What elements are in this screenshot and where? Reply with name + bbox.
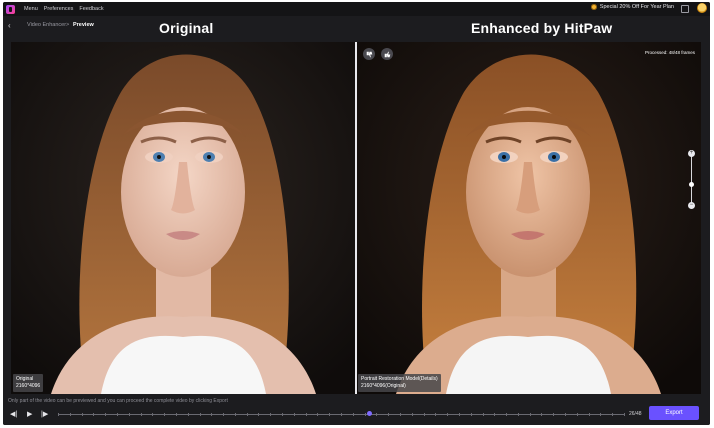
original-badge-name: Original <box>16 376 34 382</box>
timeline-tick <box>129 413 130 416</box>
timeline-tick <box>188 413 189 416</box>
original-badge: Original 2160*4096 <box>13 374 44 392</box>
timeline-tick <box>400 413 401 416</box>
timeline-tick <box>435 413 436 416</box>
zoom-in-button[interactable]: + <box>688 150 695 157</box>
timeline-tick <box>365 413 366 416</box>
coin-icon <box>590 4 597 10</box>
timeline-tick <box>282 413 283 416</box>
timeline-tick <box>270 413 271 416</box>
timeline-tick <box>471 413 472 416</box>
zoom-out-button[interactable]: − <box>688 202 695 209</box>
timeline-tick <box>258 413 259 416</box>
original-portrait-image <box>11 42 356 394</box>
timeline-tick <box>164 413 165 416</box>
enhanced-badge-resolution: 2160*4096(Original) <box>361 383 406 389</box>
timeline-tick <box>589 413 590 416</box>
timeline-tick <box>294 413 295 416</box>
timeline-tick <box>317 413 318 416</box>
timeline-tick <box>200 413 201 416</box>
timeline-tick <box>447 413 448 416</box>
timeline-tick <box>223 413 224 416</box>
timeline-tick <box>612 413 613 416</box>
timeline-tick <box>553 413 554 416</box>
timeline-tick <box>376 413 377 416</box>
timeline-tick <box>494 413 495 416</box>
timeline-tick <box>600 413 601 416</box>
thumbs-down-icon[interactable] <box>363 48 375 60</box>
avatar[interactable] <box>697 3 707 13</box>
timeline-tick <box>577 413 578 416</box>
timeline-track[interactable] <box>58 411 625 416</box>
timeline-tick <box>247 413 248 416</box>
breadcrumb-parent[interactable]: Video Enhancer <box>27 22 66 28</box>
feedback-buttons <box>363 48 393 60</box>
menu-item-feedback[interactable]: Feedback <box>79 6 103 12</box>
timeline-tick <box>93 413 94 416</box>
timeline-tick <box>235 413 236 416</box>
menu-bar: Menu Preferences Feedback Special 20% Of… <box>3 2 710 16</box>
timeline-tick <box>211 413 212 416</box>
timeline-tick <box>141 413 142 416</box>
export-button[interactable]: Export <box>649 406 699 420</box>
app-logo-icon <box>6 4 15 14</box>
enhanced-pane: Portrait Restoration Model(Details) 2160… <box>356 42 701 394</box>
timeline-tick <box>506 413 507 416</box>
timeline-tick <box>412 413 413 416</box>
timeline-tick <box>353 413 354 416</box>
timeline-tick <box>388 413 389 416</box>
enhanced-badge: Portrait Restoration Model(Details) 2160… <box>358 374 441 392</box>
breadcrumb-separator: > <box>66 22 70 28</box>
chat-icon[interactable] <box>681 5 689 13</box>
timeline-tick <box>152 413 153 416</box>
thumbs-up-icon[interactable] <box>381 48 393 60</box>
timeline-tick <box>341 413 342 416</box>
timeline-tick <box>483 413 484 416</box>
app-window: Menu Preferences Feedback Special 20% Of… <box>3 2 710 425</box>
original-title: Original <box>159 20 214 36</box>
promo-text: Special 20% Off For Year Plan <box>599 4 674 10</box>
timeline-tick <box>70 413 71 416</box>
timeline-tick <box>117 413 118 416</box>
enhanced-badge-model: Portrait Restoration Model(Details) <box>361 376 438 382</box>
breadcrumb-current: Preview <box>73 22 94 28</box>
timeline-tick <box>459 413 460 416</box>
timeline-tick <box>176 413 177 416</box>
preview-notice: Only part of the video can be previewed … <box>8 398 228 404</box>
timeline-tick <box>424 413 425 416</box>
chevron-left-icon[interactable]: ‹ <box>8 22 11 30</box>
original-badge-resolution: 2160*4096 <box>16 383 41 389</box>
enhanced-title: Enhanced by HitPaw <box>471 20 613 36</box>
timeline-tick <box>329 413 330 416</box>
step-back-icon[interactable]: ◀| <box>10 411 17 418</box>
timeline-tick <box>105 413 106 416</box>
menu-item-preferences[interactable]: Preferences <box>44 6 74 12</box>
timeline-tick <box>541 413 542 416</box>
timeline-tick <box>518 413 519 416</box>
zoom-slider[interactable]: + − <box>687 150 697 210</box>
frame-count: 26/48 <box>629 411 642 417</box>
timeline-tick <box>530 413 531 416</box>
playback-bar: Only part of the video can be previewed … <box>3 395 710 425</box>
play-icon[interactable]: ▶ <box>27 411 32 418</box>
enhanced-portrait-image <box>356 42 701 394</box>
promo-banner[interactable]: Special 20% Off For Year Plan <box>590 4 674 10</box>
original-pane: Original 2160*4096 <box>11 42 356 394</box>
timeline-playhead[interactable] <box>367 411 372 416</box>
timeline-tick <box>565 413 566 416</box>
preview-area: Original 2160*4096 Portrait Restoration … <box>11 42 701 394</box>
step-forward-icon[interactable]: |▶ <box>41 411 48 418</box>
menu-item-menu[interactable]: Menu <box>24 6 38 12</box>
zoom-knob[interactable] <box>689 182 694 187</box>
processed-frames: Processed: 48/48 frames <box>644 50 695 55</box>
zoom-track[interactable] <box>691 156 692 206</box>
timeline-tick <box>58 413 59 416</box>
compare-divider[interactable] <box>355 42 357 394</box>
timeline-tick <box>306 413 307 416</box>
timeline-tick <box>82 413 83 416</box>
timeline-tick <box>624 413 625 416</box>
